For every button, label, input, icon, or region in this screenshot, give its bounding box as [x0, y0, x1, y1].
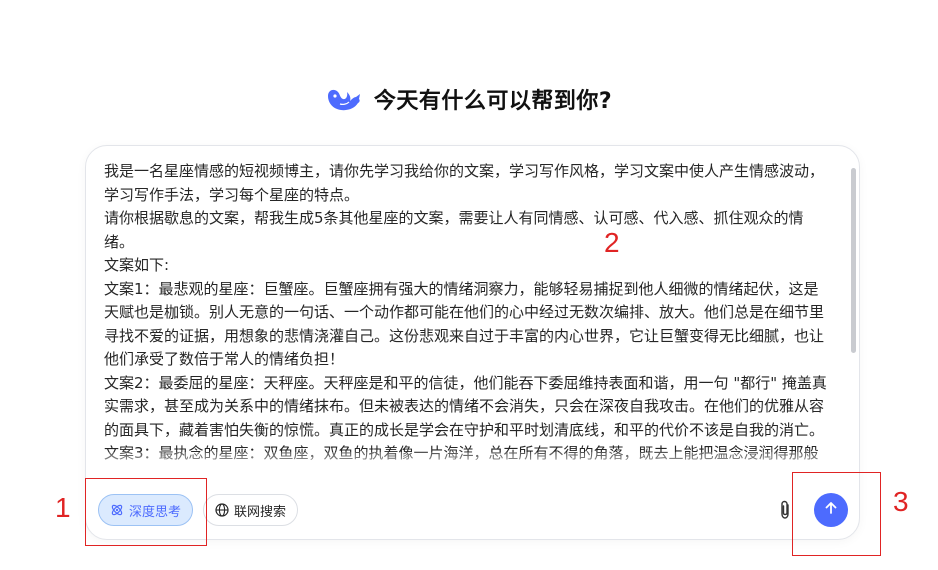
text-fade-overlay: [104, 452, 844, 474]
scrollbar-thumb[interactable]: [851, 168, 856, 353]
annotation-label-1: 1: [55, 492, 71, 523]
textarea-scrollbar[interactable]: [851, 168, 856, 468]
annotation-label-3: 3: [893, 486, 909, 517]
annotation-box-1: [85, 478, 207, 546]
message-textarea[interactable]: 我是一名星座情感的短视频博主，请你先学习我给你的文案，学习写作风格，学习文案中使…: [104, 160, 844, 474]
web-search-button[interactable]: 联网搜索: [203, 494, 299, 526]
message-text: 我是一名星座情感的短视频博主，请你先学习我给你的文案，学习写作风格，学习文案中使…: [104, 162, 827, 462]
whale-logo-icon: [326, 86, 362, 112]
globe-icon: [215, 503, 229, 517]
page-title: 今天有什么可以帮到你?: [373, 89, 613, 114]
page: 今天有什么可以帮到你? 我是一名星座情感的短视频博主，请你先学习我给你的文案，学…: [0, 0, 938, 570]
annotation-label-2: 2: [604, 227, 620, 258]
web-search-label: 联网搜索: [234, 504, 287, 520]
header: 今天有什么可以帮到你?: [0, 80, 938, 118]
annotation-box-3: [792, 472, 881, 556]
